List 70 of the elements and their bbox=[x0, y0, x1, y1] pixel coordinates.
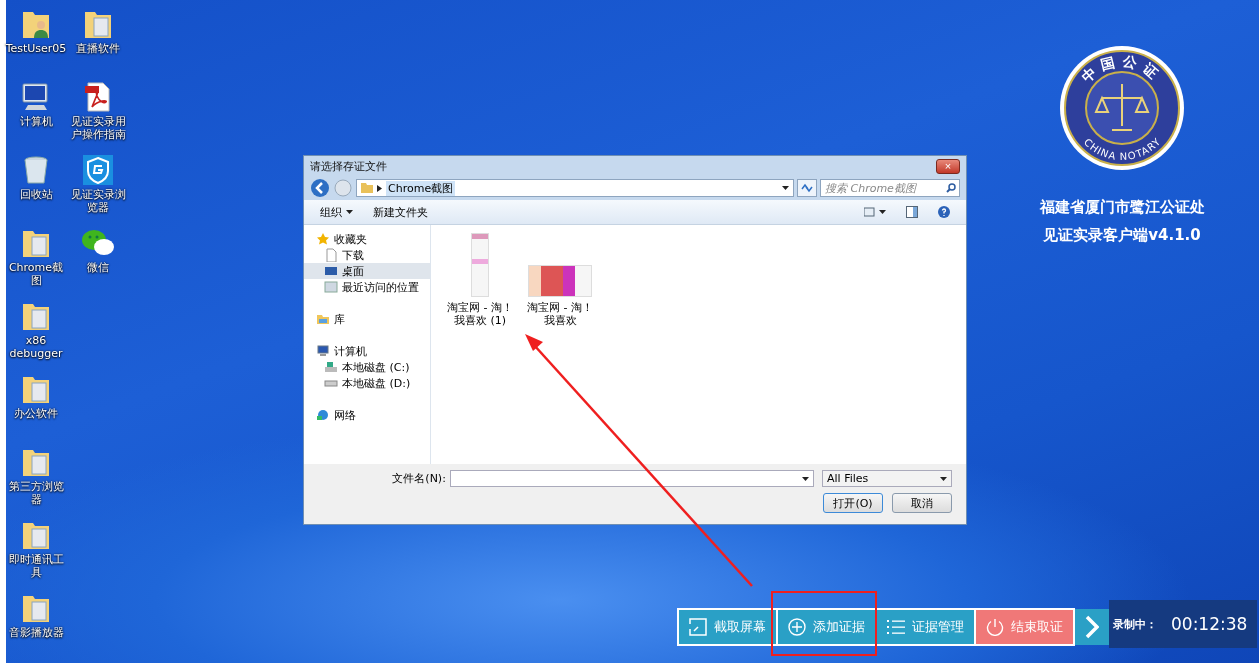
pane-icon bbox=[906, 206, 918, 218]
desktop-icon-label[interactable]: 回收站 bbox=[5, 188, 67, 201]
desktop-icon-label[interactable]: 第三方浏览器 bbox=[5, 480, 67, 506]
organize-menu[interactable]: 组织 bbox=[318, 202, 355, 222]
recording-timer: 00:12:38 bbox=[1171, 614, 1248, 634]
file-item[interactable]: 淘宝网 - 淘！我喜欢 (1) bbox=[445, 233, 515, 327]
chevron-icon bbox=[377, 184, 382, 192]
shield-app-icon bbox=[82, 154, 114, 186]
nav-item[interactable]: 本地磁盘 (C:) bbox=[304, 359, 430, 375]
refresh-button[interactable] bbox=[797, 179, 817, 197]
circle-icon bbox=[333, 178, 353, 198]
address-field[interactable]: Chrome截图 bbox=[356, 179, 794, 197]
expand-button[interactable] bbox=[1075, 608, 1109, 645]
network-icon bbox=[316, 408, 330, 422]
filename-field[interactable] bbox=[449, 470, 814, 487]
desktop-icon-label[interactable]: 见证实录浏览器 bbox=[67, 188, 129, 214]
computer-icon bbox=[316, 344, 330, 358]
dropdown-icon bbox=[802, 476, 809, 481]
plus-circle-icon bbox=[788, 617, 806, 636]
desktop-icon-label[interactable]: 见证实录用户操作指南 bbox=[67, 115, 129, 141]
desktop-icon-label[interactable]: 微信 bbox=[67, 261, 129, 274]
list-icon bbox=[887, 618, 905, 635]
search-field[interactable]: 搜索 Chrome截图 bbox=[820, 179, 960, 197]
recent-icon bbox=[324, 280, 338, 294]
filename-label: 文件名(N): bbox=[391, 471, 446, 486]
help-icon bbox=[938, 206, 950, 218]
dropdown-icon bbox=[782, 186, 789, 190]
refresh-icon bbox=[801, 182, 813, 193]
back-button[interactable] bbox=[310, 178, 330, 198]
nav-item[interactable]: 库 bbox=[304, 311, 430, 327]
breadcrumb[interactable]: Chrome截图 bbox=[386, 180, 456, 196]
nav-item[interactable]: 最近访问的位置 bbox=[304, 279, 430, 295]
desktop-icon-label[interactable]: 即时通讯工具 bbox=[5, 553, 67, 579]
new-folder-button[interactable]: 新建文件夹 bbox=[371, 202, 430, 222]
search-icon bbox=[946, 183, 956, 193]
nav-item[interactable]: 下载 bbox=[304, 247, 430, 263]
nav-item[interactable]: 计算机 bbox=[304, 343, 430, 359]
library-icon bbox=[316, 312, 330, 326]
file-type-dropdown[interactable]: All Files bbox=[822, 470, 952, 487]
open-button[interactable]: 打开(O) bbox=[823, 493, 883, 513]
desktop-icon-label[interactable]: Chrome截图 bbox=[5, 261, 67, 287]
window-title: 请选择存证文件 bbox=[310, 158, 387, 174]
preview-pane-button[interactable] bbox=[904, 204, 920, 220]
folder-icon bbox=[361, 183, 373, 193]
nav-item[interactable]: 收藏夹 bbox=[304, 231, 430, 247]
desktop-icon-label[interactable]: 音影播放器 bbox=[5, 626, 67, 639]
chevron-icon bbox=[1085, 614, 1099, 639]
nav-item[interactable]: 本地磁盘 (D:) bbox=[304, 375, 430, 391]
star-icon bbox=[316, 232, 330, 246]
recording-label: 录制中： bbox=[1113, 616, 1157, 632]
cancel-button[interactable]: 取消 bbox=[892, 493, 952, 513]
brand-title: 福建省厦门市鹭江公证处 bbox=[1039, 197, 1205, 218]
nav-item[interactable]: 桌面 bbox=[304, 263, 430, 279]
caret-icon bbox=[940, 476, 947, 481]
desktop-icon-label[interactable]: x86 debugger bbox=[5, 334, 67, 360]
help-button[interactable] bbox=[936, 204, 952, 220]
caret-icon bbox=[346, 210, 353, 214]
close-button[interactable]: × bbox=[936, 158, 960, 174]
desktop-icon-label[interactable]: 直播软件 bbox=[67, 42, 129, 55]
brand-title: 见证实录客户端v4.1.0 bbox=[1043, 225, 1201, 246]
system-drive-icon bbox=[324, 360, 338, 374]
crop-frame-icon bbox=[689, 617, 707, 636]
power-icon bbox=[986, 617, 1004, 636]
desktop-icon bbox=[324, 264, 338, 278]
file-item[interactable]: 淘宝网 - 淘！我喜欢 bbox=[525, 233, 595, 327]
view-icon bbox=[864, 207, 886, 217]
desktop-icon-label[interactable]: 办公软件 bbox=[5, 407, 67, 420]
view-menu-button[interactable] bbox=[862, 205, 888, 219]
desktop-icon-label[interactable]: 计算机 bbox=[5, 115, 67, 128]
nav-item[interactable]: 网络 bbox=[304, 407, 430, 423]
